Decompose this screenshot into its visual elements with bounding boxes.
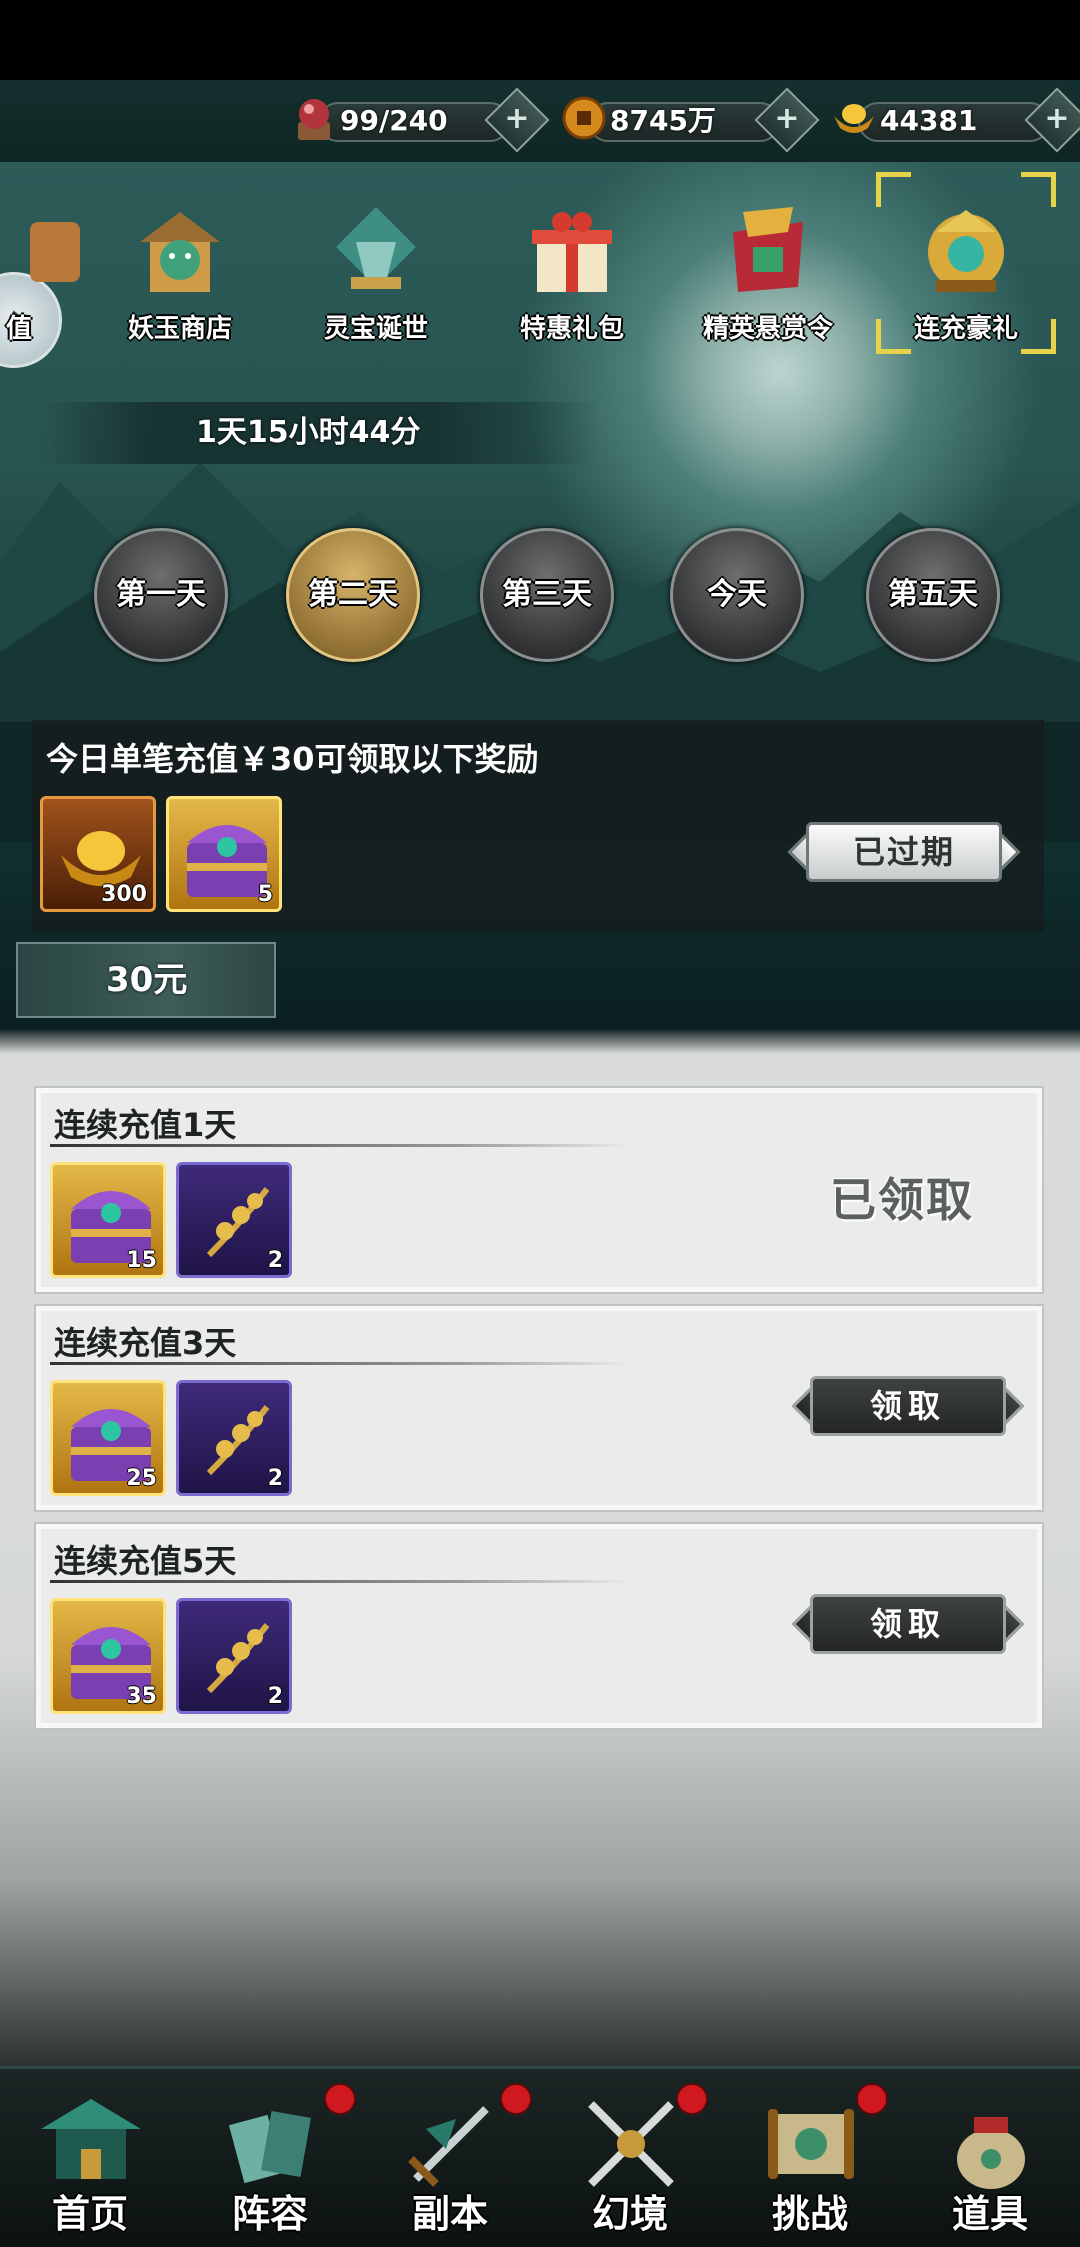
add-coin-button[interactable]: + <box>754 87 820 153</box>
coin-icon <box>562 96 606 140</box>
bottom-navigation: 首页 阵容 副本 幻境 挑战 道具 <box>0 2066 1080 2247</box>
task-card-day-3: 连续充值3天 25 2 领取 <box>34 1304 1044 1512</box>
claimed-status: 已领取 <box>830 1173 974 1227</box>
claim-day-5-button[interactable]: 领取 <box>791 1594 1025 1658</box>
task3-reward-chest[interactable]: 25 <box>50 1380 166 1496</box>
day-1-button[interactable]: 第一天 <box>94 528 228 662</box>
countdown-banner: 1天15小时44分 <box>40 402 600 464</box>
reward-gold-ingot[interactable]: 300 <box>40 796 156 912</box>
tab-elite-bounty[interactable]: 精英悬赏令 <box>678 202 858 362</box>
task5-reward-chest[interactable]: 35 <box>50 1598 166 1714</box>
stamina-resource: 99/240 + <box>290 87 550 153</box>
resource-bar: 99/240 + 8745万 + 44381 + <box>0 80 1080 164</box>
claim-day-3-button[interactable]: 领取 <box>791 1376 1025 1440</box>
tab-special-gift[interactable]: 特惠礼包 <box>482 202 662 362</box>
tab-lingbao[interactable]: 灵宝诞世 <box>286 202 466 362</box>
day-5-button[interactable]: 第五天 <box>866 528 1000 662</box>
nav-lineup[interactable]: 阵容 <box>180 2069 360 2247</box>
add-ingot-button[interactable]: + <box>1024 87 1080 153</box>
treasure-icon <box>336 207 416 289</box>
nav-items[interactable]: 道具 <box>900 2069 1080 2247</box>
tab-yaoyu-shop[interactable]: 妖玉商店 <box>90 202 270 362</box>
countdown-text: 1天15小时44分 <box>196 415 421 450</box>
task-card-day-1: 连续充值1天 15 2 已领取 <box>34 1086 1044 1294</box>
task1-reward-chest[interactable]: 15 <box>50 1162 166 1278</box>
nav-challenge[interactable]: 挑战 <box>720 2069 900 2247</box>
shop-icon <box>140 212 220 292</box>
expired-button[interactable]: 已过期 <box>787 822 1021 886</box>
day-3-button[interactable]: 第三天 <box>480 528 614 662</box>
nav-dungeon[interactable]: 副本 <box>360 2069 540 2247</box>
reward-treasure-chest[interactable]: 5 <box>166 796 282 912</box>
task3-reward-herb[interactable]: 2 <box>176 1380 292 1496</box>
notification-badge <box>856 2083 888 2115</box>
nav-illusion[interactable]: 幻境 <box>540 2069 720 2247</box>
orb-icon <box>298 99 330 140</box>
gold-ingot-icon <box>834 104 874 133</box>
status-bar <box>0 0 1080 80</box>
bounty-icon <box>733 207 803 292</box>
task-card-day-5: 连续充值5天 35 2 领取 <box>34 1522 1044 1730</box>
selected-tab-frame <box>876 172 1056 354</box>
event-scene: › 值 妖玉商店 灵宝诞世 特惠礼包 精英悬赏令 连充豪礼 1天15小时44分 … <box>0 162 1080 1030</box>
add-stamina-button[interactable]: + <box>484 87 550 153</box>
nav-home[interactable]: 首页 <box>0 2069 180 2247</box>
coin-value: 8745万 <box>610 104 716 137</box>
offer-description: 今日单笔充值￥30可领取以下奖励 <box>46 740 539 778</box>
notification-badge <box>324 2083 356 2115</box>
coin-resource: 8745万 + <box>560 87 820 153</box>
day-2-button[interactable]: 第二天 <box>286 528 420 662</box>
stamina-value: 99/240 <box>340 104 448 137</box>
notification-badge <box>676 2083 708 2115</box>
ingot-resource: 44381 + <box>830 87 1080 153</box>
ingot-value: 44381 <box>880 104 978 137</box>
task5-reward-herb[interactable]: 2 <box>176 1598 292 1714</box>
task1-reward-herb[interactable]: 2 <box>176 1162 292 1278</box>
day-today-button[interactable]: 今天 <box>670 528 804 662</box>
notification-badge <box>500 2083 532 2115</box>
gift-box-icon <box>532 212 612 292</box>
daily-offer-panel: 今日单笔充值￥30可领取以下奖励 300 5 已过期 <box>32 720 1044 932</box>
recharge-amount-tab[interactable]: 30元 <box>16 942 276 1018</box>
partial-tab-icon <box>30 222 80 282</box>
